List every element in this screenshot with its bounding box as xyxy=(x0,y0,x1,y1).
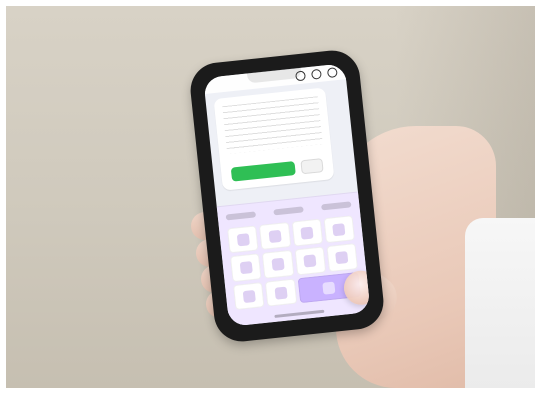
menu-tile[interactable] xyxy=(227,225,259,254)
tab-1[interactable] xyxy=(225,211,257,221)
message-text-lines xyxy=(222,96,323,155)
message-actions xyxy=(230,158,324,182)
search-icon[interactable] xyxy=(295,70,307,82)
info-icon[interactable] xyxy=(310,68,322,80)
header-icons xyxy=(295,67,338,82)
secondary-button[interactable] xyxy=(300,158,324,175)
message-bubble-1 xyxy=(213,87,335,191)
menu-tile[interactable] xyxy=(230,253,262,282)
home-indicator xyxy=(274,309,325,318)
menu-tile[interactable] xyxy=(291,218,323,247)
tab-2[interactable] xyxy=(273,206,304,216)
smartphone xyxy=(187,47,387,345)
menu-tile[interactable] xyxy=(326,243,358,272)
menu-icon[interactable] xyxy=(326,67,338,79)
confirm-button[interactable] xyxy=(230,161,296,182)
menu-tile[interactable] xyxy=(323,215,356,244)
menu-tile[interactable] xyxy=(262,250,294,279)
menu-tile[interactable] xyxy=(265,278,297,307)
photo xyxy=(6,6,535,388)
tab-3[interactable] xyxy=(321,201,352,211)
menu-tile[interactable] xyxy=(232,281,265,310)
menu-grid xyxy=(227,215,361,310)
rich-menu xyxy=(216,191,371,327)
phone-screen xyxy=(203,63,371,327)
white-sleeve xyxy=(465,218,535,388)
menu-tile[interactable] xyxy=(294,246,326,276)
menu-tile[interactable] xyxy=(259,222,291,251)
